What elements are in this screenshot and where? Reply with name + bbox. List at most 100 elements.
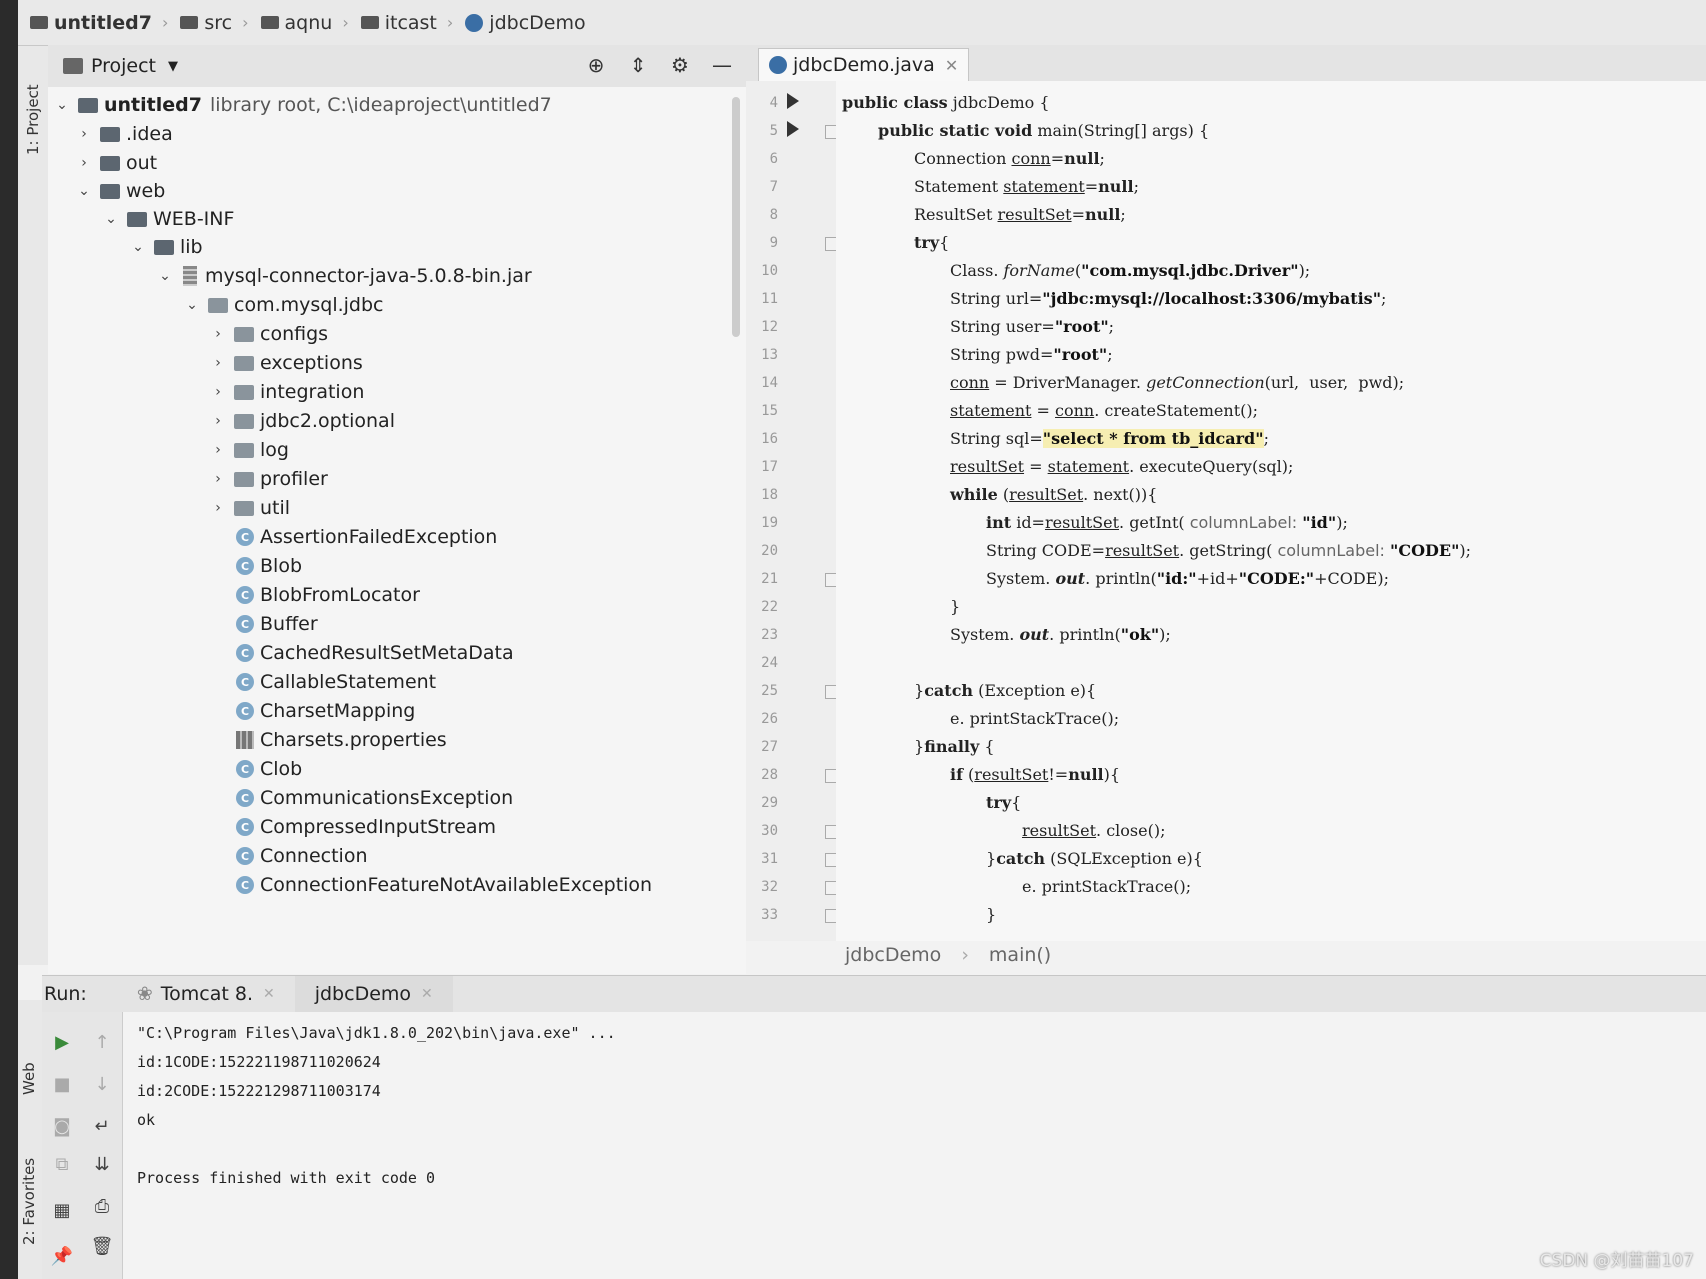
print-icon[interactable]: ⎙ bbox=[90, 1194, 114, 1218]
tree-item[interactable]: C ConnectionFeatureNotAvailableException bbox=[236, 870, 652, 900]
tree-scrollbar[interactable] bbox=[732, 97, 740, 337]
chevron-down-icon[interactable]: ⌄ bbox=[182, 297, 202, 313]
chevron-right-icon[interactable]: › bbox=[208, 384, 228, 400]
collapse-all-icon[interactable]: ⇕ bbox=[624, 51, 652, 79]
tree-item[interactable]: › exceptions bbox=[208, 348, 363, 378]
chevron-right-icon[interactable]: › bbox=[208, 471, 228, 487]
tree-item[interactable]: › out bbox=[74, 148, 157, 178]
tree-item[interactable]: ⌄ com.mysql.jdbc bbox=[182, 290, 383, 320]
close-icon[interactable]: ✕ bbox=[421, 986, 433, 1002]
chevron-down-icon[interactable]: ⌄ bbox=[155, 268, 175, 284]
up-arrow-icon[interactable]: ↑ bbox=[90, 1030, 114, 1054]
line-number: 8 bbox=[769, 207, 778, 223]
stop-icon[interactable]: ■ bbox=[50, 1072, 74, 1096]
scroll-to-end-icon[interactable]: ⇊ bbox=[90, 1152, 114, 1176]
tree-item[interactable]: C CompressedInputStream bbox=[236, 812, 496, 842]
web-tool-label[interactable]: Web bbox=[20, 1062, 38, 1095]
chevron-down-icon[interactable]: ⌄ bbox=[52, 97, 72, 113]
soft-wrap-icon[interactable]: ↵ bbox=[90, 1114, 114, 1138]
layout-icon[interactable]: ▦ bbox=[50, 1198, 74, 1222]
tree-item[interactable]: C CommunicationsException bbox=[236, 783, 513, 813]
pin-icon[interactable]: 📌 bbox=[50, 1244, 74, 1268]
chevron-right-icon[interactable]: › bbox=[208, 442, 228, 458]
breadcrumb-aqnu[interactable]: aqnu bbox=[260, 12, 332, 34]
code-line-29: try{ bbox=[986, 793, 1022, 812]
down-arrow-icon[interactable]: ↓ bbox=[90, 1072, 114, 1096]
tree-item[interactable]: C BlobFromLocator bbox=[236, 580, 420, 610]
class-icon bbox=[769, 56, 787, 74]
properties-file-icon bbox=[236, 731, 254, 749]
breadcrumb-itcast[interactable]: itcast bbox=[360, 12, 437, 34]
project-icon bbox=[63, 58, 83, 74]
tree-item[interactable]: ⌄ web bbox=[74, 176, 165, 206]
hide-icon[interactable]: — bbox=[708, 51, 736, 79]
line-number: 11 bbox=[761, 291, 778, 307]
tree-item[interactable]: C Clob bbox=[236, 754, 302, 784]
breadcrumb-src[interactable]: src bbox=[180, 12, 232, 34]
tree-item[interactable]: C CharsetMapping bbox=[236, 696, 415, 726]
rerun-icon[interactable]: ▶ bbox=[50, 1030, 74, 1054]
chevron-down-icon[interactable]: ⌄ bbox=[128, 239, 148, 255]
tree-item[interactable]: ⌄ WEB-INF bbox=[101, 204, 234, 234]
tree-item[interactable]: › profiler bbox=[208, 464, 328, 494]
tree-item[interactable]: C Blob bbox=[236, 551, 302, 581]
tree-item[interactable]: › configs bbox=[208, 319, 328, 349]
favorites-tool-label[interactable]: 2: Favorites bbox=[20, 1158, 38, 1245]
trash-icon[interactable]: 🗑 bbox=[90, 1234, 114, 1258]
tree-item[interactable]: C Buffer bbox=[236, 609, 318, 639]
package-icon bbox=[234, 355, 254, 371]
code-line-16: String sql="select * from tb_idcard"; bbox=[950, 429, 1269, 448]
chevron-down-icon[interactable]: ⌄ bbox=[101, 211, 121, 227]
breadcrumb-jdbcdemo[interactable]: jdbcDemo bbox=[465, 12, 586, 34]
chevron-right-icon[interactable]: › bbox=[208, 413, 228, 429]
locate-icon[interactable]: ⊕ bbox=[582, 51, 610, 79]
camera-icon[interactable]: ◙ bbox=[50, 1114, 74, 1138]
breadcrumb-project[interactable]: untitled7 bbox=[30, 12, 152, 34]
tree-item[interactable]: C CachedResultSetMetaData bbox=[236, 638, 514, 668]
line-number: 30 bbox=[761, 823, 778, 839]
tree-item[interactable]: › jdbc2.optional bbox=[208, 406, 395, 436]
tree-item[interactable]: Charsets.properties bbox=[236, 725, 447, 755]
line-number: 16 bbox=[761, 431, 778, 447]
folder-icon bbox=[154, 239, 174, 255]
project-tool-label[interactable]: 1: Project bbox=[24, 84, 42, 155]
restore-layout-icon[interactable]: ⧉ bbox=[50, 1152, 74, 1176]
line-number: 20 bbox=[761, 543, 778, 559]
chevron-right-icon[interactable]: › bbox=[208, 326, 228, 342]
tree-item[interactable]: › log bbox=[208, 435, 289, 465]
run-class-icon[interactable] bbox=[787, 93, 799, 109]
tab-tomcat[interactable]: ❀ Tomcat 8. ✕ bbox=[117, 976, 295, 1012]
chevron-right-icon[interactable]: › bbox=[74, 126, 94, 142]
console-line: id:1CODE:152221198711020624 bbox=[137, 1053, 381, 1071]
close-icon[interactable]: ✕ bbox=[945, 56, 958, 75]
code-line-27: }finally { bbox=[914, 737, 995, 756]
console-output[interactable]: "C:\Program Files\Java\jdk1.8.0_202\bin\… bbox=[123, 1012, 1706, 1279]
editor-breadcrumb-method[interactable]: main() bbox=[989, 944, 1051, 966]
navigation-breadcrumb: untitled7 › src › aqnu › itcast › jdbcDe… bbox=[18, 0, 1706, 46]
tree-item[interactable]: C AssertionFailedException bbox=[236, 522, 497, 552]
chevron-right-icon[interactable]: › bbox=[74, 155, 94, 171]
tree-item[interactable]: ⌄ lib bbox=[128, 232, 203, 262]
editor-breadcrumb-class[interactable]: jdbcDemo bbox=[845, 944, 941, 966]
tab-jdbcdemo[interactable]: jdbcDemo ✕ bbox=[294, 976, 453, 1012]
close-icon[interactable]: ✕ bbox=[263, 986, 275, 1002]
tree-item[interactable]: › .idea bbox=[74, 119, 173, 149]
run-main-icon[interactable] bbox=[787, 121, 799, 137]
tree-item[interactable]: ⌄ mysql-connector-java-5.0.8-bin.jar bbox=[155, 261, 532, 291]
chevron-right-icon[interactable]: › bbox=[208, 355, 228, 371]
gear-icon[interactable]: ⚙ bbox=[666, 51, 694, 79]
code-line-26: e. printStackTrace(); bbox=[950, 709, 1120, 728]
code-editor[interactable]: public class jdbcDemo { public static vo… bbox=[836, 81, 1706, 941]
code-line-19: int id=resultSet. getInt( columnLabel: "… bbox=[986, 513, 1348, 532]
console-line: Process finished with exit code 0 bbox=[137, 1169, 436, 1187]
tree-item[interactable]: › util bbox=[208, 493, 290, 523]
project-view-selector[interactable]: Project ▼ bbox=[63, 55, 178, 77]
chevron-down-icon[interactable]: ⌄ bbox=[74, 183, 94, 199]
tree-item[interactable]: C Connection bbox=[236, 841, 368, 871]
chevron-right-icon[interactable]: › bbox=[208, 500, 228, 516]
package-icon bbox=[234, 442, 254, 458]
tree-item[interactable]: C CallableStatement bbox=[236, 667, 436, 697]
tree-root[interactable]: ⌄ untitled7 library root, C:\ideaproject… bbox=[52, 90, 552, 120]
tab-jdbcdemo-java[interactable]: jdbcDemo.java ✕ bbox=[758, 48, 970, 81]
tree-item[interactable]: › integration bbox=[208, 377, 364, 407]
